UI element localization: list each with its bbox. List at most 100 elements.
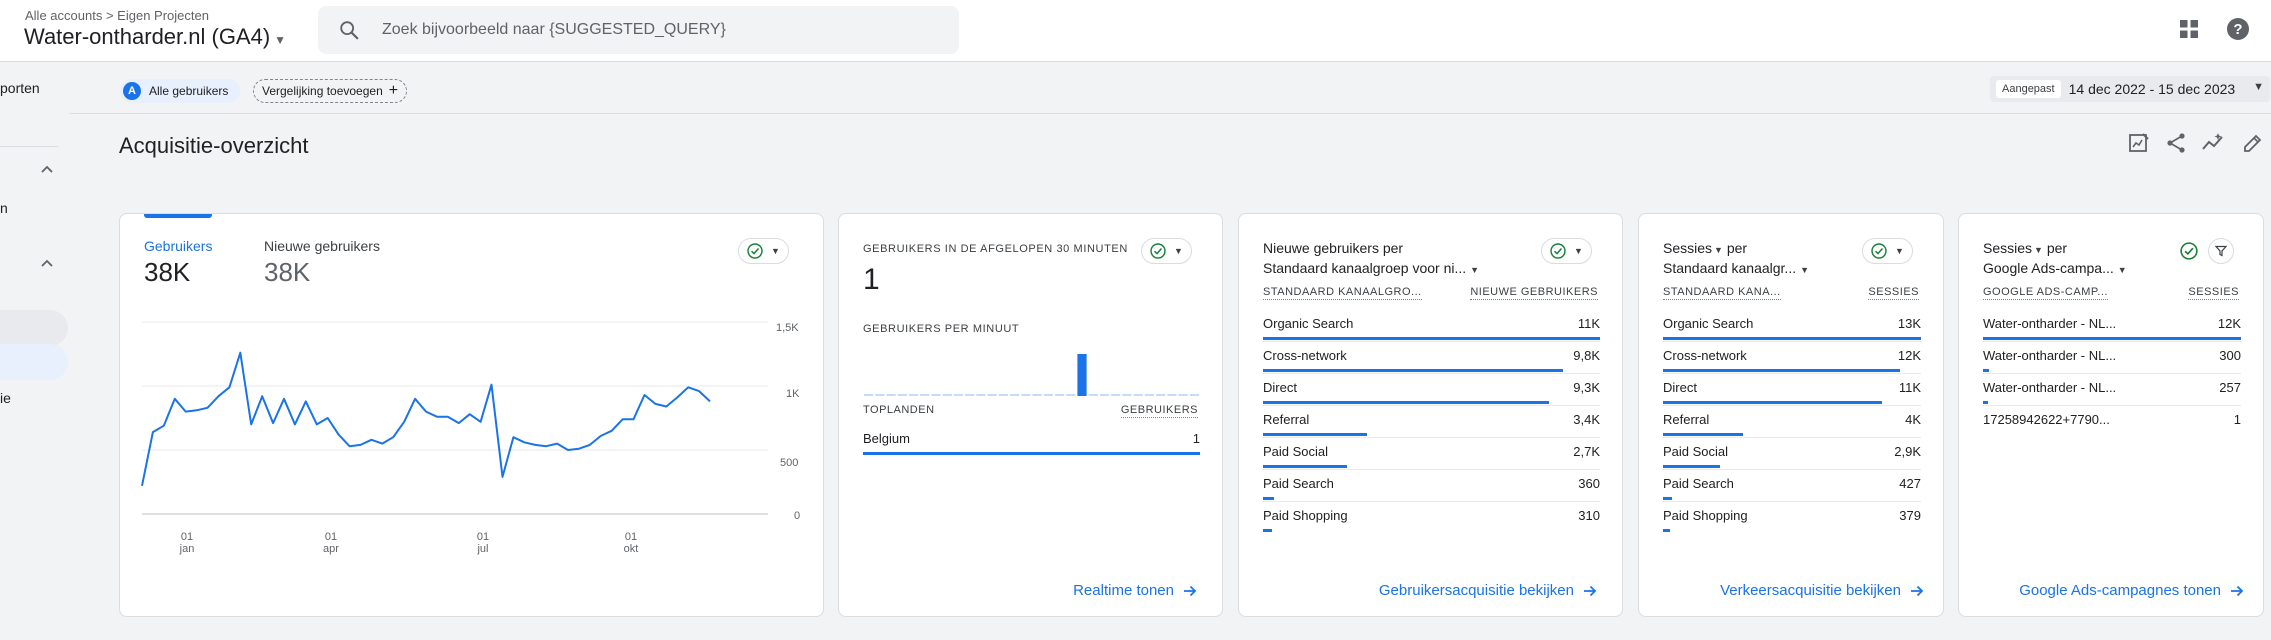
insights-icon[interactable] (2201, 131, 2225, 155)
filter-button[interactable] (2208, 238, 2234, 264)
date-range-picker[interactable]: Aangepast 14 dec 2022 - 15 dec 2023 ▼ (1990, 76, 2270, 102)
dimension-dropdown[interactable]: Standaard kanaalgroep voor ni... ▼ (1263, 258, 1479, 280)
table-row[interactable]: Paid Search 427 (1663, 470, 1921, 502)
data-quality-dropdown[interactable]: ▼ (1541, 238, 1592, 264)
table-row[interactable]: Organic Search 13K (1663, 310, 1921, 342)
table-row[interactable]: Direct 11K (1663, 374, 1921, 406)
minute-bar (875, 394, 885, 396)
data-quality-dropdown[interactable]: ▼ (1141, 238, 1192, 264)
dimension-dropdown[interactable]: Google Ads-campa... ▼ (1983, 258, 2127, 280)
table-row[interactable]: Belgium 1 (863, 425, 1200, 457)
minute-bar (886, 394, 896, 396)
table-row[interactable]: Paid Search 360 (1263, 470, 1600, 502)
add-comparison-button[interactable]: Vergelijking toevoegen + (253, 79, 408, 103)
row-bar (1263, 337, 1600, 340)
realtime-link-label: Realtime tonen (1073, 582, 1174, 599)
apps-grid-icon[interactable] (2179, 19, 2199, 39)
table-row[interactable]: Referral 3,4K (1263, 406, 1600, 438)
nav-item-reports[interactable]: porten (0, 80, 40, 96)
minute-bar (1043, 394, 1053, 396)
user-acquisition-link[interactable]: Gebruikersacquisitie bekijken (1379, 582, 1598, 599)
realtime-link[interactable]: Realtime tonen (1073, 582, 1198, 599)
chevron-up-icon[interactable] (40, 256, 54, 270)
minute-bar (908, 394, 919, 396)
table-row[interactable]: Paid Shopping 310 (1263, 502, 1600, 534)
filter-bar: A Alle gebruikers Vergelijking toevoegen… (70, 62, 2271, 114)
series-line-users (141, 351, 711, 486)
table-row[interactable]: Paid Shopping 379 (1663, 502, 1921, 534)
column-header-channel[interactable]: STANDAARD KANAALGRO... (1263, 286, 1422, 300)
table-row[interactable]: Water-ontharder - NL... 12K (1983, 310, 2241, 342)
table-row[interactable]: Water-ontharder - NL... 257 (1983, 374, 2241, 406)
customize-report-icon[interactable] (2127, 131, 2151, 155)
nav-item-acquisition[interactable]: ie (0, 390, 11, 406)
row-bar (1663, 337, 1921, 340)
minute-bar (1156, 394, 1166, 396)
row-value: 3,4K (1573, 412, 1600, 427)
share-icon[interactable] (2164, 131, 2188, 155)
page-title: Acquisitie-overzicht (119, 133, 309, 158)
row-value: 11K (1898, 380, 1921, 395)
table-row[interactable]: Direct 9,3K (1263, 374, 1600, 406)
caret-down-icon: ▼ (1714, 245, 1723, 255)
check-circle-icon (1871, 243, 1887, 259)
metric-dropdown[interactable]: Sessies ▼ per (1983, 238, 2067, 260)
table-row[interactable]: Cross-network 12K (1663, 342, 1921, 374)
chevron-up-icon[interactable] (40, 162, 54, 176)
nav-item-hovered[interactable] (0, 310, 68, 346)
arrow-right-icon (1184, 585, 1197, 596)
card-title-line2: Google Ads-campa... (1983, 260, 2114, 276)
column-header-new-users[interactable]: NIEUWE GEBRUIKERS (1470, 286, 1598, 300)
segment-chip[interactable]: A Alle gebruikers (120, 79, 241, 103)
breadcrumb-account[interactable]: Eigen Projecten (117, 8, 209, 23)
google-ads-link-label: Google Ads-campagnes tonen (2019, 582, 2221, 599)
caret-down-icon: ▼ (1800, 265, 1810, 275)
breadcrumb-separator: > (105, 8, 118, 23)
table-row[interactable]: Water-ontharder - NL... 300 (1983, 342, 2241, 374)
edit-pencil-icon[interactable] (2241, 131, 2265, 155)
check-circle-icon[interactable] (2180, 242, 2198, 260)
table-row[interactable]: 17258942622+7790... 1 (1983, 406, 2241, 438)
traffic-acquisition-link[interactable]: Verkeersacquisitie bekijken (1720, 582, 1925, 599)
filter-icon (2215, 245, 2227, 257)
minute-bar (976, 394, 986, 396)
card-title-metric: Sessies (1983, 240, 2033, 256)
minute-bar (1077, 354, 1087, 396)
card-title-per: per (1726, 240, 1748, 256)
column-header-countries: TOPLANDEN (863, 404, 935, 416)
data-quality-dropdown[interactable]: ▼ (1862, 238, 1913, 264)
property-selector[interactable]: Water-ontharder.nl (GA4) ▼ (24, 24, 286, 50)
column-header-users[interactable]: GEBRUIKERS (1120, 404, 1198, 418)
row-bar (1663, 529, 1671, 532)
google-ads-link[interactable]: Google Ads-campagnes tonen (2019, 582, 2245, 599)
breadcrumb[interactable]: Alle accounts > Eigen Projecten (25, 8, 209, 23)
date-range-tag: Aangepast (1996, 80, 2061, 98)
nav-item-selected[interactable] (0, 344, 68, 380)
breadcrumb-all-accounts[interactable]: Alle accounts (25, 8, 102, 23)
table-row[interactable]: Referral 4K (1663, 406, 1921, 438)
table-row[interactable]: Organic Search 11K (1263, 310, 1600, 342)
table-row[interactable]: Paid Social 2,9K (1663, 438, 1921, 470)
column-header-sessions[interactable]: SESSIES (1868, 286, 1919, 300)
search-bar[interactable] (318, 6, 959, 54)
column-header-sessions[interactable]: SESSIES (2188, 286, 2239, 300)
table-row[interactable]: Paid Social 2,7K (1263, 438, 1600, 470)
x-tick-label: 01 apr (323, 531, 339, 555)
search-input[interactable] (382, 6, 942, 54)
realtime-card: GEBRUIKERS IN DE AFGELOPEN 30 MINUTEN ▼ … (838, 213, 1223, 617)
card-title-line1: Nieuwe gebruikers per (1263, 240, 1404, 256)
row-bar (1263, 369, 1563, 372)
nav-item-section[interactable]: n (0, 200, 8, 216)
metric-dropdown[interactable]: Sessies ▼ per (1663, 238, 1747, 260)
minute-bar (1066, 394, 1076, 396)
row-value: 310 (1578, 508, 1600, 523)
y-tick-label: 1K (786, 388, 800, 400)
minute-bar (931, 394, 941, 396)
minute-bar (965, 394, 975, 396)
column-header-channel[interactable]: STANDAARD KANA... (1663, 286, 1781, 300)
table-row[interactable]: Cross-network 9,8K (1263, 342, 1600, 374)
column-header-campaign[interactable]: GOOGLE ADS-CAMP... (1983, 286, 2108, 300)
help-icon[interactable]: ? (2226, 17, 2250, 41)
dimension-dropdown[interactable]: Standaard kanaalgr... ▼ (1663, 258, 1809, 280)
realtime-title: GEBRUIKERS IN DE AFGELOPEN 30 MINUTEN (863, 243, 1128, 255)
